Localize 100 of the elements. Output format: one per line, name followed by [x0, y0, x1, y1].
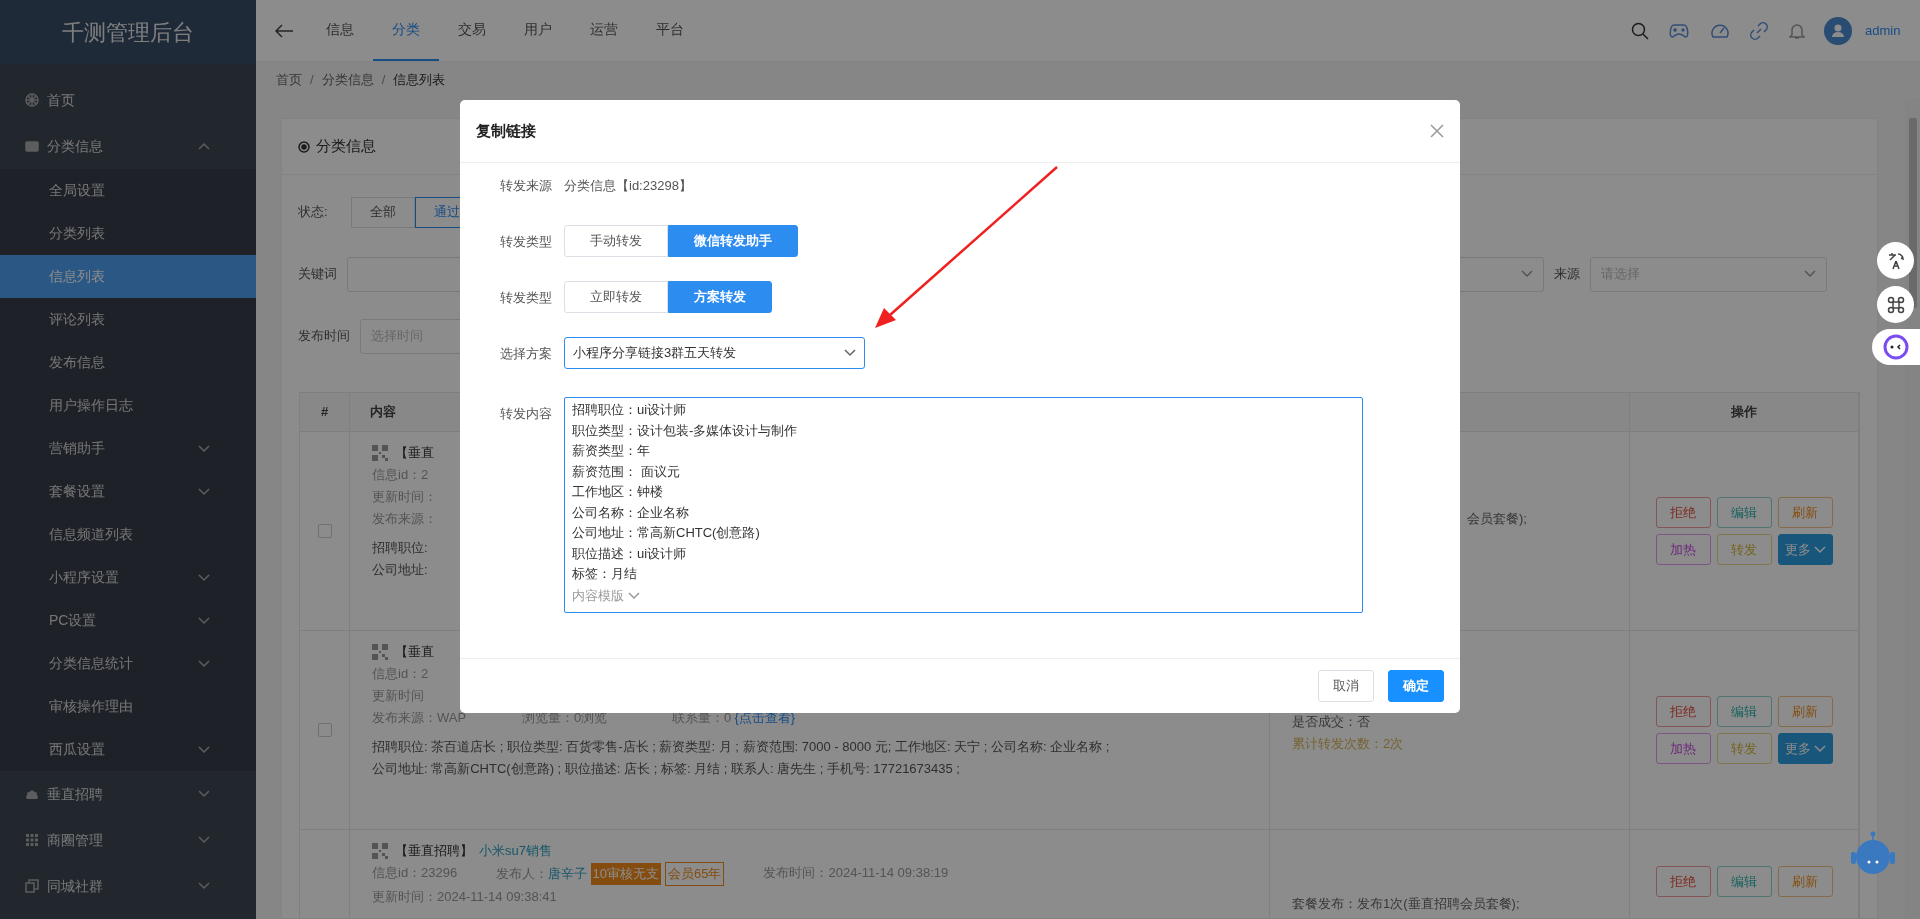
sidebar-item[interactable]: PC设置: [0, 599, 256, 642]
target-icon: [298, 140, 310, 153]
sidebar-item[interactable]: 信息频道列表: [0, 513, 256, 556]
breadcrumb-item[interactable]: 分类信息: [321, 70, 374, 90]
sidebar-item[interactable]: 审核操作理由: [0, 685, 256, 728]
confirm-button[interactable]: 确定: [1388, 670, 1444, 702]
field-label: 转发类型: [499, 289, 553, 307]
chevron-down-icon: [198, 616, 210, 625]
folder-icon: [25, 139, 39, 153]
filter-label: 发布时间: [298, 327, 350, 346]
segment-button[interactable]: 微信转发助手: [668, 225, 798, 257]
post-link[interactable]: 小米su7销售: [479, 840, 552, 862]
chevron-up-icon: [198, 142, 210, 150]
sidebar-item[interactable]: 分类列表: [0, 212, 256, 255]
content-field[interactable]: 招聘职位：ui设计师 职位类型：设计包装-多媒体设计与制作 薪资类型：年 薪资范围： 面议元 工作地区：钟楼 公司名称：企业名称 公司地址：常高新CHTC(创意路) 职位描述：ui设计师 标签：月结 内容模版: [564, 397, 1363, 613]
summary-line: 套餐发布：发布1次(垂直招聘会员套餐);: [1292, 895, 1520, 913]
nav-tab[interactable]: 交易: [439, 0, 505, 61]
sidebar-item[interactable]: 同城社群: [0, 863, 256, 909]
bell-icon[interactable]: [1788, 21, 1805, 40]
source-value: 分类信息【id:23298】: [564, 177, 692, 195]
field-label: 转发内容: [499, 405, 553, 423]
assistant-button[interactable]: [1872, 329, 1920, 365]
gamepad-icon[interactable]: [1668, 22, 1691, 39]
nav-tab[interactable]: 分类: [373, 0, 439, 61]
breadcrumb-item: 信息列表: [393, 71, 446, 90]
summary-line: 是否成交：否: [1292, 713, 1370, 731]
user-name[interactable]: admin: [1865, 20, 1901, 41]
chevron-down-icon: [1813, 744, 1826, 753]
segment-button[interactable]: 方案转发: [668, 281, 772, 313]
action-button[interactable]: 编辑: [1716, 497, 1772, 528]
summary-line: 会员套餐);: [1467, 510, 1527, 528]
link-icon[interactable]: [1749, 20, 1770, 41]
template-dropdown[interactable]: 内容模版: [572, 586, 640, 606]
sidebar-item[interactable]: 营销助手: [0, 427, 256, 470]
breadcrumb-item[interactable]: 首页: [276, 70, 302, 90]
qr-code-icon: [372, 843, 388, 859]
row-checkbox[interactable]: [317, 524, 332, 538]
nav-tab[interactable]: 运营: [571, 0, 637, 61]
gauge-icon[interactable]: [1709, 21, 1730, 40]
avatar-icon[interactable]: [1824, 16, 1853, 45]
action-button[interactable]: 编辑: [1716, 866, 1772, 897]
chevron-down-icon: [198, 659, 210, 668]
dialog-title: 复制链接: [476, 120, 536, 141]
chevron-down-icon: [198, 487, 210, 496]
breadcrumb-separator: /: [381, 71, 386, 90]
cancel-button[interactable]: 取消: [1318, 670, 1374, 702]
action-button[interactable]: 加热: [1655, 534, 1711, 565]
nav-tab[interactable]: 平台: [637, 0, 703, 61]
sidebar-item[interactable]: 发布信息: [0, 341, 256, 384]
column-header: 操作: [1731, 403, 1757, 422]
sidebar-item[interactable]: 垂直招聘: [0, 771, 256, 817]
action-button[interactable]: 拒绝: [1655, 866, 1711, 897]
action-button[interactable]: 加热: [1655, 733, 1711, 764]
sidebar-item[interactable]: 首页: [0, 77, 256, 123]
sidebar-item[interactable]: 西瓜设置: [0, 728, 256, 771]
nav-tab[interactable]: 信息: [307, 0, 373, 61]
status-button[interactable]: 全部: [350, 196, 415, 228]
action-button[interactable]: 更多: [1777, 733, 1833, 764]
row-checkbox[interactable]: [317, 723, 332, 737]
sidebar-item[interactable]: 套餐设置: [0, 470, 256, 513]
action-button[interactable]: 编辑: [1716, 696, 1772, 727]
segment-button[interactable]: 立即转发: [564, 281, 668, 313]
action-button[interactable]: 拒绝: [1655, 497, 1711, 528]
action-button[interactable]: 刷新: [1777, 497, 1833, 528]
action-button[interactable]: 拒绝: [1655, 696, 1711, 727]
sidebar-item[interactable]: 分类信息: [0, 123, 256, 169]
sidebar-item[interactable]: 全局设置: [0, 169, 256, 212]
back-arrow-icon[interactable]: [274, 22, 294, 39]
description-line: 公司地址: 常高新CHTC(创意路) ; 职位描述: 店长 ; 标签: 月结 ; 联系人: 唐先生 ; 手机号: 17721673435 ;: [372, 759, 960, 778]
nav-tab[interactable]: 用户: [505, 0, 571, 61]
search-icon[interactable]: [1630, 21, 1649, 40]
description-line: 招聘职位: 茶百道店长 ; 职位类型: 百货零售-店长 ; 薪资类型: 月 ; 薪资范围: 7000 - 8000 元; 工作地区: 天宁 ; 公司名称: 企业名称 ;: [372, 737, 1110, 756]
action-button[interactable]: 转发: [1716, 534, 1772, 565]
action-button[interactable]: 刷新: [1777, 696, 1833, 727]
chevron-down-icon: [198, 790, 210, 798]
field-label: 转发类型: [499, 233, 553, 251]
sidebar-item[interactable]: 小程序设置: [0, 556, 256, 599]
sidebar-item[interactable]: 商圈管理: [0, 817, 256, 863]
close-icon[interactable]: [1430, 124, 1444, 138]
summary-line: 累计转发次数：2次: [1292, 735, 1404, 753]
sidebar-item[interactable]: 用户操作日志: [0, 384, 256, 427]
card-title: 分类信息: [316, 136, 376, 157]
publisher-name[interactable]: 唐辛子: [548, 863, 588, 885]
app-title: 千测管理后台: [62, 18, 194, 47]
filter-label: 来源: [1554, 265, 1580, 284]
chevron-down-icon: [198, 573, 210, 582]
grid-icon: [25, 833, 39, 847]
field-label: 选择方案: [499, 345, 553, 363]
copy-icon: [25, 879, 39, 893]
column-header: #: [320, 403, 329, 422]
action-button[interactable]: 转发: [1716, 733, 1772, 764]
field-label: 转发来源: [499, 177, 553, 195]
segment-button[interactable]: 手动转发: [564, 225, 668, 257]
description-line: 招聘职位:: [372, 538, 428, 557]
sidebar-item[interactable]: 分类信息统计: [0, 642, 256, 685]
action-button[interactable]: 刷新: [1777, 866, 1833, 897]
sidebar-item[interactable]: 信息列表: [0, 255, 256, 298]
action-button[interactable]: 更多: [1777, 534, 1833, 565]
sidebar-item[interactable]: 评论列表: [0, 298, 256, 341]
plan-select[interactable]: 小程序分享链接3群五天转发: [564, 337, 865, 369]
